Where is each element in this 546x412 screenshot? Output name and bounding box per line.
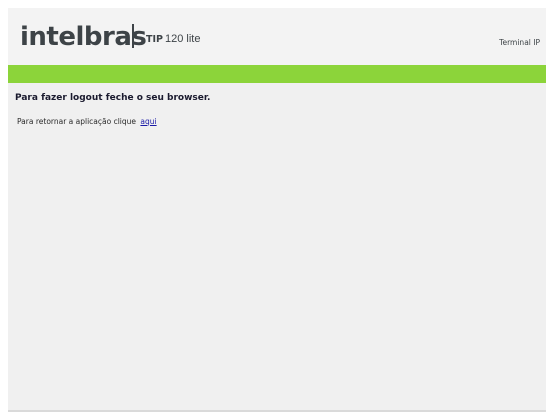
return-message-text: Para retornar a aplicação clique bbox=[17, 117, 137, 126]
device-type-label: Terminal IP bbox=[499, 38, 540, 47]
logo-divider bbox=[132, 24, 134, 48]
main-content: Para fazer logout feche o seu browser. P… bbox=[8, 83, 546, 410]
product-model-rest: 120 lite bbox=[164, 33, 201, 45]
page: intelbras TIP 120 lite Terminal IP Para f… bbox=[8, 8, 546, 412]
return-link[interactable]: aqui bbox=[140, 117, 156, 126]
product-model-bold: TIP bbox=[146, 34, 163, 45]
brand-logo: intelbras bbox=[20, 22, 147, 52]
accent-bar bbox=[8, 65, 546, 83]
logout-heading: Para fazer logout feche o seu browser. bbox=[15, 93, 211, 103]
header: intelbras TIP 120 lite Terminal IP bbox=[8, 8, 546, 65]
product-name: TIP 120 lite bbox=[146, 32, 200, 47]
return-message: Para retornar a aplicação clique aqui bbox=[17, 117, 157, 127]
